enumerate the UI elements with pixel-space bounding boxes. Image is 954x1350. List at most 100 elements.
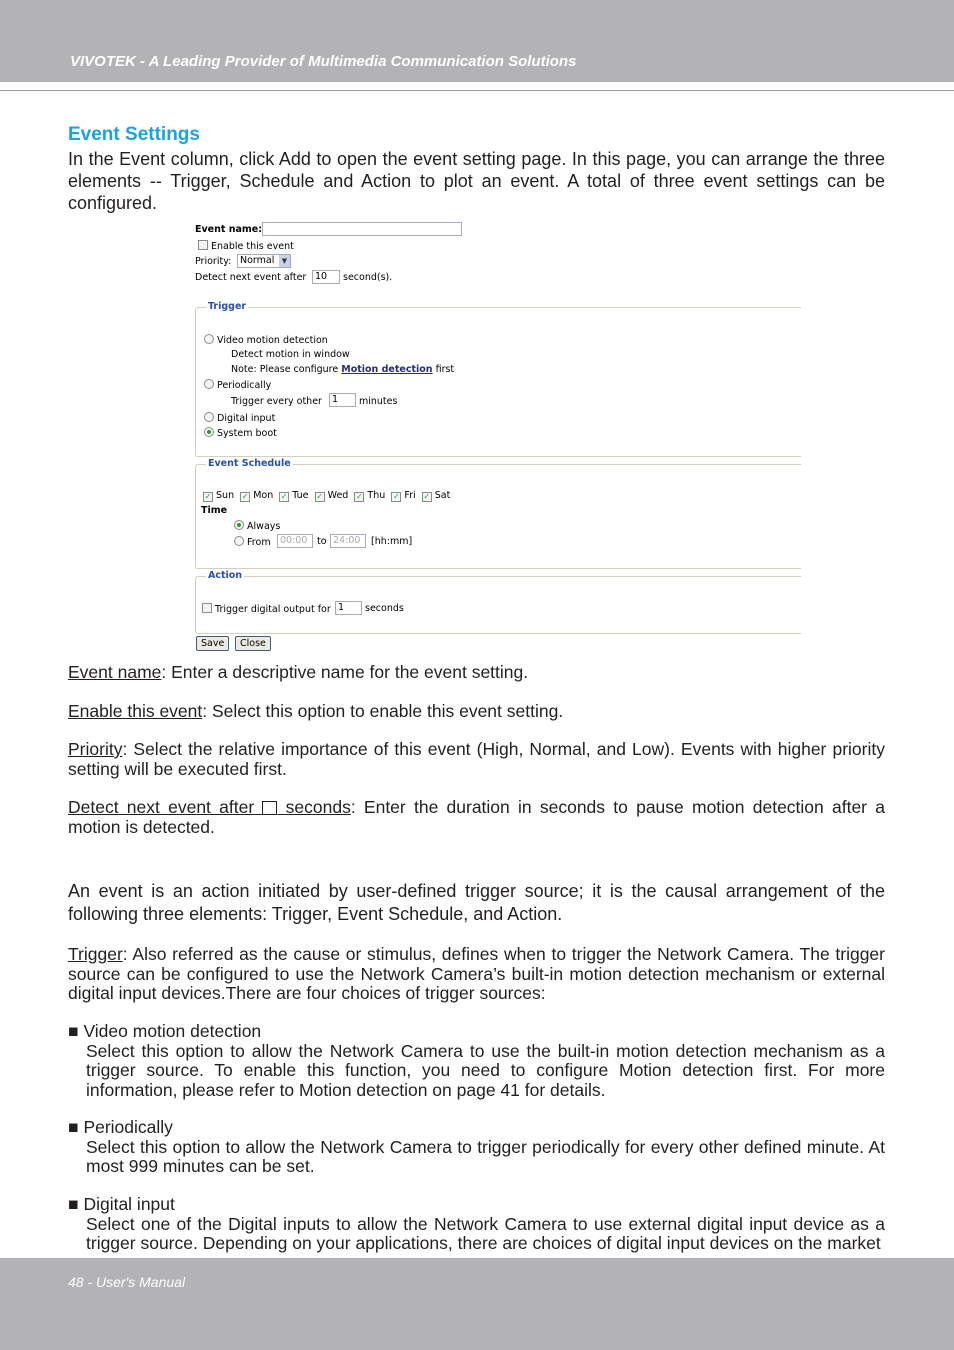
term: Event name: [68, 662, 162, 682]
save-button[interactable]: Save: [196, 636, 230, 651]
action-legend: Action: [206, 570, 245, 581]
trigger-fieldset: Trigger Video motion detection Detect mo…: [195, 301, 801, 457]
checkbox-checked-icon: ✓: [354, 492, 365, 502]
radio-always[interactable]: Always: [234, 520, 280, 532]
day-label: Sun: [216, 490, 235, 501]
checkbox-checked-icon: ✓: [421, 492, 432, 502]
schedule-fieldset: Event Schedule ✓ Sun ✓ Mon ✓ Tue ✓ Wed ✓…: [195, 458, 801, 569]
radio-icon: [204, 412, 214, 422]
radio-video-motion[interactable]: Video motion detection: [204, 334, 328, 346]
periodic-input[interactable]: 1: [329, 393, 356, 407]
schedule-legend: Event Schedule: [206, 458, 293, 469]
intro-paragraph: In the Event column, click Add to open t…: [68, 149, 885, 213]
event-settings-screenshot: Event name: Enable this event Priority: …: [195, 220, 801, 652]
enable-label: Enable this event: [211, 241, 294, 252]
checkbox-icon: [202, 603, 212, 613]
radio-icon: [204, 334, 214, 344]
event-name-label: Event name:: [195, 224, 263, 235]
def-enable-event: Enable this event: Select this option to…: [68, 701, 885, 722]
event-name-input[interactable]: [262, 222, 462, 236]
bullet-icon: ■: [68, 1194, 84, 1214]
action-label: Trigger digital output for: [215, 604, 331, 615]
boot-label: System boot: [217, 428, 277, 439]
page-header: VIVOTEK - A Leading Provider of Multimed…: [0, 0, 954, 82]
def-detect-next: Detect next event after seconds: Enter t…: [68, 797, 885, 837]
checkbox-checked-icon: ✓: [203, 492, 213, 502]
footer-text: 48 - User's Manual: [68, 1274, 186, 1290]
day-sun[interactable]: ✓ Sun: [203, 490, 235, 502]
header-divider: [0, 90, 954, 91]
action-unit: seconds: [365, 603, 404, 614]
day-label: Wed: [327, 490, 349, 501]
action-seconds-input[interactable]: 1: [335, 601, 362, 615]
day-label: Sat: [434, 490, 451, 501]
input-box-icon: [262, 801, 278, 815]
term: Enable this event: [68, 701, 203, 721]
definition: : Enter a descriptive name for the event…: [161, 662, 529, 682]
section-title: Event Settings: [68, 124, 200, 145]
bullet-icon: ■: [68, 1021, 84, 1041]
day-label: Mon: [253, 490, 274, 501]
definition: : Select the relative importance of this…: [68, 739, 885, 779]
vmd-sub: Detect motion in window: [231, 349, 350, 360]
page-footer: 48 - User's Manual: [0, 1258, 954, 1350]
bullet-periodically: ■ Periodically Select this option to allo…: [68, 1117, 885, 1177]
checkbox-checked-icon: ✓: [314, 492, 325, 502]
trigger-legend: Trigger: [206, 301, 249, 312]
radio-periodically[interactable]: Periodically: [204, 379, 271, 391]
bullet-text: Select this option to allow the Network …: [86, 1040, 885, 1100]
note-pre: Note: Please configure: [231, 364, 339, 375]
priority-label: Priority:: [195, 256, 232, 267]
definition: : Also referred as the cause or stimulus…: [68, 944, 885, 1003]
digital-label: Digital input: [217, 413, 276, 424]
always-label: Always: [247, 521, 281, 532]
day-sat[interactable]: ✓ Sat: [421, 490, 451, 502]
close-button[interactable]: Close: [235, 636, 271, 651]
day-mon[interactable]: ✓ Mon: [240, 490, 274, 502]
days-row: ✓ Sun ✓ Mon ✓ Tue ✓ Wed ✓ Thu ✓ Fri ✓ Sa…: [203, 490, 450, 502]
checkbox-checked-icon: ✓: [240, 492, 251, 502]
checkbox-checked-icon: ✓: [279, 492, 290, 502]
bullet-icon: ■: [68, 1117, 84, 1137]
to-input[interactable]: 24:00: [330, 534, 366, 548]
day-fri[interactable]: ✓ Fri: [391, 490, 416, 502]
trigger-output-checkbox[interactable]: Trigger digital output for: [202, 603, 331, 615]
day-label: Fri: [404, 490, 416, 501]
bullet-text: Select this option to allow the Network …: [86, 1136, 885, 1176]
event-paragraph: An event is an action initiated by user-…: [68, 881, 885, 924]
enable-event-checkbox[interactable]: Enable this event: [198, 240, 294, 252]
action-fieldset: Action Trigger digital output for 1 seco…: [195, 570, 801, 634]
radio-digital-input[interactable]: Digital input: [204, 412, 275, 424]
motion-detection-link[interactable]: Motion detection: [341, 364, 432, 375]
periodic-unit: minutes: [359, 396, 398, 407]
vmd-note: Note: Please configure Motion detection …: [231, 364, 454, 375]
radio-system-boot[interactable]: System boot: [204, 427, 277, 439]
to-label: to: [317, 536, 327, 547]
from-input[interactable]: 00:00: [277, 534, 313, 548]
trigger-paragraph: Trigger: Also referred as the cause or s…: [68, 944, 885, 1004]
bullet-title: Periodically: [83, 1117, 173, 1137]
day-thu[interactable]: ✓ Thu: [354, 490, 386, 502]
chevron-down-icon: ▼: [279, 255, 290, 267]
day-label: Thu: [367, 490, 386, 501]
radio-icon: [204, 379, 214, 389]
term: seconds: [285, 797, 351, 817]
checkbox-checked-icon: ✓: [391, 492, 402, 502]
day-label: Tue: [292, 490, 309, 501]
from-label: From: [247, 537, 271, 548]
bullet-digital-input: ■ Digital input Select one of the Digital…: [68, 1194, 885, 1254]
detect-input[interactable]: 10: [312, 270, 340, 284]
periodic-pre: Trigger every other: [231, 396, 322, 407]
priority-select[interactable]: Normal ▼: [237, 254, 291, 268]
day-tue[interactable]: ✓ Tue: [279, 490, 309, 502]
radio-from[interactable]: From: [234, 536, 271, 548]
time-label: Time: [201, 505, 228, 516]
def-priority: Priority: Select the relative importance…: [68, 739, 885, 779]
def-event-name: Event name: Enter a descriptive name for…: [68, 662, 885, 683]
bullet-title: Video motion detection: [83, 1021, 262, 1041]
radio-selected-icon: [204, 427, 214, 437]
time-format: [hh:mm]: [371, 536, 413, 547]
header-text: VIVOTEK - A Leading Provider of Multimed…: [70, 53, 577, 70]
day-wed[interactable]: ✓ Wed: [314, 490, 349, 502]
bullet-video-motion: ■ Video motion detection Select this opti…: [68, 1021, 885, 1100]
